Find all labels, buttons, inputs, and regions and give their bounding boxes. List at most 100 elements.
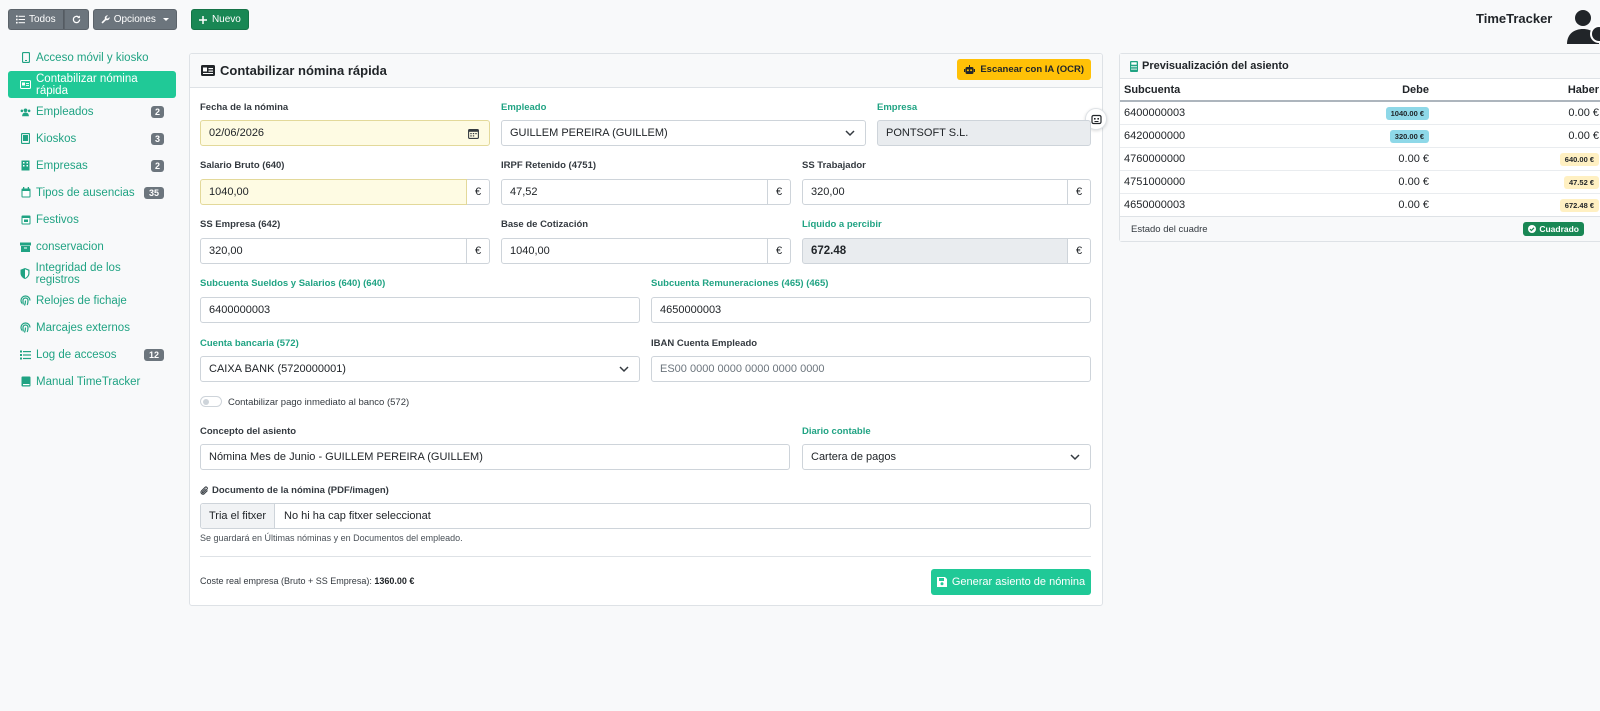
count-badge: 3 bbox=[150, 132, 164, 145]
ss-empresa-input[interactable]: 320,00 bbox=[200, 238, 467, 264]
sidebar-item-tipos-ausencias[interactable]: Tipos de ausencias 35 bbox=[8, 179, 176, 206]
check-circle-icon bbox=[1528, 225, 1537, 233]
nuevo-button[interactable]: Nuevo bbox=[190, 9, 249, 30]
currency-addon: € bbox=[467, 238, 490, 264]
fecha-input[interactable]: 02/06/2026 bbox=[200, 120, 490, 146]
tablet-icon bbox=[20, 133, 31, 144]
subcuenta-sueldos-input[interactable]: 6400000003 bbox=[200, 297, 640, 323]
count-badge: 35 bbox=[143, 186, 164, 199]
todos-button[interactable]: Todos bbox=[8, 9, 64, 30]
ss-trabajador-label: SS Trabajador bbox=[802, 160, 866, 171]
sidebar-item-empresas[interactable]: Empresas 2 bbox=[8, 152, 176, 179]
base-cotizacion-input[interactable]: 1040,00 bbox=[501, 238, 768, 264]
irpf-input[interactable]: 47,52 bbox=[501, 179, 768, 205]
documento-help-text: Se guardará en Últimas nóminas y en Docu… bbox=[200, 533, 463, 543]
subcuenta-remuneraciones-label: Subcuenta Remuneraciones (465) (465) bbox=[651, 278, 829, 289]
robot-icon bbox=[964, 64, 976, 74]
table-header-row: Subcuenta Debe Haber bbox=[1120, 79, 1600, 102]
sidebar-item-empleados[interactable]: Empleados 2 bbox=[8, 98, 176, 125]
liquido-field: 672.48 bbox=[802, 238, 1068, 264]
fecha-label: Fecha de la nómina bbox=[200, 102, 289, 113]
sidebar-item-relojes-fichaje[interactable]: Relojes de fichaje bbox=[8, 287, 176, 314]
estado-cuadre-label: Estado del cuadre bbox=[1131, 223, 1208, 235]
cuenta-bancaria-label: Cuenta bancaria (572) bbox=[200, 338, 299, 349]
generar-asiento-button[interactable]: Generar asiento de nómina bbox=[931, 569, 1091, 595]
col-debe: Debe bbox=[1318, 79, 1433, 102]
empresa-field: PONTSOFT S.L. bbox=[877, 120, 1091, 146]
table-row: 4751000000 0.00 € 47.52 € bbox=[1120, 170, 1600, 194]
debe-badge: 1040.00 € bbox=[1385, 106, 1429, 120]
table-row: 6400000003 1040.00 € 0.00 € bbox=[1120, 101, 1600, 125]
bruto-label: Salario Bruto (640) bbox=[200, 160, 285, 171]
asiento-preview-card: Previsualización del asiento Subcuenta D… bbox=[1119, 53, 1600, 242]
diario-label: Diario contable bbox=[802, 426, 871, 437]
ocr-scan-button[interactable]: Escanear con IA (OCR) bbox=[957, 59, 1091, 80]
users-icon bbox=[20, 106, 31, 117]
sidebar-item-acceso-movil[interactable]: Acceso móvil y kiosko bbox=[8, 44, 176, 71]
calendar-icon bbox=[20, 214, 31, 225]
currency-addon: € bbox=[467, 179, 490, 205]
robot-icon bbox=[1090, 114, 1102, 124]
empleado-select[interactable]: GUILLEM PEREIRA (GUILLEM) bbox=[501, 120, 866, 146]
user-avatar-icon[interactable] bbox=[1567, 8, 1600, 44]
opciones-button[interactable]: Opciones bbox=[92, 9, 177, 30]
diario-select[interactable]: Cartera de pagos bbox=[802, 444, 1091, 470]
currency-addon: € bbox=[768, 238, 791, 264]
irpf-label: IRPF Retenido (4751) bbox=[501, 160, 597, 171]
ss-trabajador-input[interactable]: 320,00 bbox=[802, 179, 1068, 205]
preview-title: Previsualización del asiento bbox=[1142, 60, 1289, 72]
haber-badge: 640.00 € bbox=[1559, 152, 1599, 166]
sidebar-item-integridad[interactable]: Integridad de los registros bbox=[8, 260, 176, 287]
sidebar-item-kioskos[interactable]: Kioskos 3 bbox=[8, 125, 176, 152]
bruto-input[interactable]: 1040,00 bbox=[200, 179, 467, 205]
count-badge: 12 bbox=[143, 348, 164, 361]
table-row: 6420000000 320.00 € 0.00 € bbox=[1120, 124, 1600, 148]
choose-file-button[interactable]: Tria el fitxer bbox=[201, 504, 276, 528]
status-badge: Cuadrado bbox=[1523, 222, 1584, 236]
opciones-label: Opciones bbox=[113, 14, 156, 25]
debe-badge: 320.00 € bbox=[1389, 129, 1429, 143]
col-haber: Haber bbox=[1433, 79, 1600, 102]
sidebar-item-marcajes-externos[interactable]: Marcajes externos bbox=[8, 314, 176, 341]
liquido-label: Líquido a percibir bbox=[802, 219, 882, 230]
count-badge: 2 bbox=[150, 159, 164, 172]
concepto-input[interactable]: Nómina Mes de Junio - GUILLEM PEREIRA (G… bbox=[200, 444, 790, 470]
preview-footer: Estado del cuadre Cuadrado bbox=[1120, 216, 1600, 241]
documento-file-input[interactable]: Tria el fitxer No hi ha cap fitxer selec… bbox=[200, 503, 1091, 529]
list-icon bbox=[20, 349, 31, 360]
haber-badge: 672.48 € bbox=[1559, 198, 1599, 212]
sidebar-item-log-accesos[interactable]: Log de accesos 12 bbox=[8, 341, 176, 368]
preview-header: Previsualización del asiento bbox=[1120, 54, 1600, 79]
sidebar-item-conservacion[interactable]: conservacion bbox=[8, 233, 176, 260]
todos-label: Todos bbox=[29, 14, 56, 25]
base-cotizacion-label: Base de Cotización bbox=[501, 219, 589, 230]
haber-badge: 47.52 € bbox=[1563, 175, 1599, 189]
coste-real-text: Coste real empresa (Bruto + SS Empresa):… bbox=[200, 576, 415, 586]
sidebar-item-contabilizar-nomina[interactable]: Contabilizar nómina rápida bbox=[8, 71, 176, 98]
table-row: 4650000003 0.00 € 672.48 € bbox=[1120, 193, 1600, 217]
sidebar-item-manual[interactable]: Manual TimeTracker bbox=[8, 368, 176, 395]
cuenta-bancaria-select[interactable]: CAIXA BANK (5720000001) bbox=[200, 356, 640, 382]
building-icon bbox=[20, 160, 31, 171]
refresh-button[interactable] bbox=[63, 9, 89, 30]
paperclip-icon bbox=[200, 486, 208, 495]
list-icon bbox=[16, 15, 25, 24]
fingerprint-icon bbox=[20, 322, 31, 333]
archive-icon bbox=[20, 241, 31, 252]
sidebar-item-festivos[interactable]: Festivos bbox=[8, 206, 176, 233]
iban-label: IBAN Cuenta Empleado bbox=[651, 338, 758, 349]
subcuenta-sueldos-label: Subcuenta Sueldos y Salarios (640) (640) bbox=[200, 278, 386, 289]
pago-inmediato-toggle[interactable] bbox=[200, 396, 222, 407]
chevron-down-icon bbox=[845, 130, 855, 137]
shield-icon bbox=[20, 268, 31, 279]
calendar-icon[interactable] bbox=[468, 128, 479, 139]
card-header: Contabilizar nómina rápida Escanear con … bbox=[190, 54, 1102, 88]
wrench-icon bbox=[101, 15, 110, 24]
subcuenta-remuneraciones-input[interactable]: 4650000003 bbox=[651, 297, 1091, 323]
id-card-icon bbox=[20, 79, 31, 90]
iban-input[interactable]: ES00 0000 0000 0000 0000 0000 bbox=[651, 356, 1091, 382]
empleado-label: Empleado bbox=[501, 102, 547, 113]
nuevo-label: Nuevo bbox=[211, 14, 241, 25]
asiento-table: Subcuenta Debe Haber 6400000003 1040.00 … bbox=[1120, 79, 1600, 217]
pago-inmediato-label: Contabilizar pago inmediato al banco (57… bbox=[228, 397, 410, 408]
